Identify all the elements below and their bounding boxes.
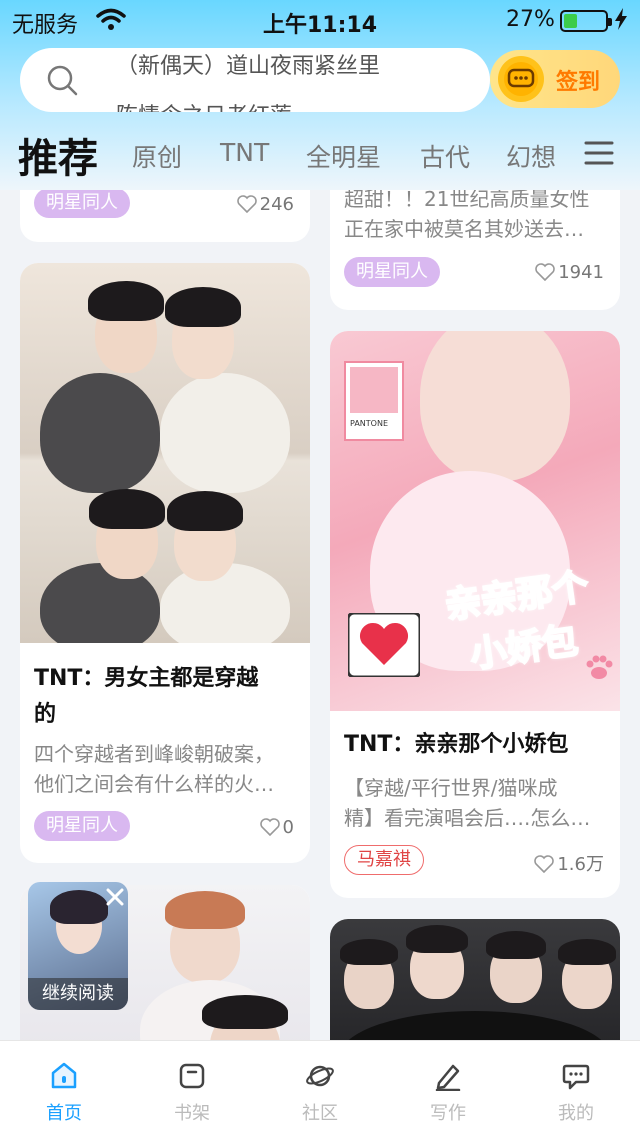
book-description: 四个穿越者到峰峻朝破案， 他们之间会有什么样的火… [34, 739, 296, 799]
nav-bookshelf[interactable]: 书架 [128, 1041, 256, 1136]
book-description: 超甜！！21世纪高质量女性 正在家中被莫名其妙送去… [344, 184, 606, 244]
book-title: TNT：亲亲那个小娇包 [344, 732, 569, 757]
nav-community[interactable]: 社区 [256, 1041, 384, 1136]
cover-photo: PANTONE 亲亲那个 小娇包 [330, 331, 620, 711]
nav-label: 首页 [46, 1103, 82, 1124]
pantone-label: PANTONE [350, 419, 388, 428]
planet-icon [306, 1065, 334, 1087]
like-count-value: 1.6万 [557, 854, 604, 875]
nav-label: 写作 [430, 1103, 466, 1124]
tab-all-stars[interactable]: 全明星 [306, 138, 381, 174]
character-tag: 马嘉祺 [344, 845, 424, 875]
like-count: 246 [236, 194, 294, 215]
nav-home[interactable]: 首页 [0, 1041, 128, 1136]
search-suggestions: （新偶天）道山夜雨紧丝里 陈情令之日老红莲 [116, 48, 480, 112]
checkin-button[interactable]: 签到 [490, 50, 620, 108]
battery-percent: 27% [506, 7, 555, 32]
category-tabs: 推荐 原创 TNT 全明星 古代 幻想 [0, 122, 640, 182]
like-count: 1.6万 [534, 850, 604, 876]
book-description-line: 精】看完演唱会后….怎么… [344, 806, 591, 830]
coin-chat-icon [498, 56, 544, 102]
like-count: 0 [259, 817, 294, 838]
search-suggestion: （新偶天）道山夜雨紧丝里 [116, 54, 381, 79]
nav-write[interactable]: 写作 [384, 1041, 512, 1136]
battery-icon [560, 10, 612, 32]
book-description-line: 四个穿越者到峰峻朝破案， [34, 742, 274, 766]
like-count-value: 0 [282, 817, 294, 838]
book-title: TNT：男女主都是穿越 的 [34, 661, 296, 733]
nav-label: 社区 [302, 1103, 338, 1124]
like-count: 1941 [535, 262, 604, 283]
tab-fantasy[interactable]: 幻想 [506, 138, 556, 174]
search-suggestion: 陈情令之日老红莲 [116, 92, 480, 112]
book-title-line: 的 [34, 702, 57, 727]
nav-profile[interactable]: 我的 [512, 1041, 640, 1136]
search-bar[interactable]: （新偶天）道山夜雨紧丝里 陈情令之日老红莲 [20, 48, 490, 112]
like-count-value: 1941 [558, 262, 604, 283]
tab-recommend[interactable]: 推荐 [18, 126, 98, 184]
nav-label: 书架 [174, 1103, 210, 1124]
home-icon [51, 1062, 77, 1089]
bookshelf-icon [179, 1063, 205, 1089]
pantone-card: PANTONE [344, 361, 404, 441]
search-icon [47, 65, 78, 96]
genre-tag: 明星同人 [344, 257, 440, 287]
pen-icon [435, 1064, 461, 1091]
tab-original[interactable]: 原创 [132, 138, 182, 174]
heart-icon [534, 855, 555, 873]
genre-tag: 明星同人 [34, 811, 130, 841]
book-description-line: 他们之间会有什么样的火… [34, 772, 274, 796]
book-card[interactable]: TNT：男女主都是穿越 的 四个穿越者到峰峻朝破案， 他们之间会有什么样的火… … [20, 263, 310, 863]
continue-reading-label: 继续阅读 [28, 978, 128, 1010]
heart-icon [535, 263, 555, 281]
pixel-heart-icon [348, 613, 420, 677]
book-title-line: TNT：男女主都是穿越 [34, 666, 259, 691]
genre-tag: 明星同人 [34, 188, 130, 218]
book-description-line: 正在家中被莫名其妙送去… [344, 217, 584, 241]
book-description-line: 【穿越/平行世界/猫咪成 [344, 776, 558, 800]
charging-icon [615, 8, 627, 30]
heart-icon [259, 818, 280, 836]
status-bar: 无服务 上午11:14 27% [0, 0, 640, 40]
tab-ancient[interactable]: 古代 [420, 138, 470, 174]
close-icon[interactable] [104, 886, 126, 908]
nav-label: 我的 [558, 1103, 594, 1124]
paw-icon [586, 655, 613, 679]
cover-photo [20, 263, 310, 643]
heart-icon [236, 195, 257, 213]
book-description: 【穿越/平行世界/猫咪成 精】看完演唱会后….怎么… [344, 773, 606, 833]
bottom-nav: 首页 书架 社区 写作 我的 [0, 1040, 640, 1136]
chat-bubble-icon [562, 1064, 590, 1090]
checkin-label: 签到 [556, 70, 601, 95]
book-card[interactable]: PANTONE 亲亲那个 小娇包 TNT：亲亲那个小娇包 【穿越/平行世界/猫咪… [330, 331, 620, 898]
like-count-value: 246 [259, 194, 294, 215]
tab-tnt[interactable]: TNT [220, 138, 269, 167]
menu-icon[interactable] [584, 138, 614, 168]
